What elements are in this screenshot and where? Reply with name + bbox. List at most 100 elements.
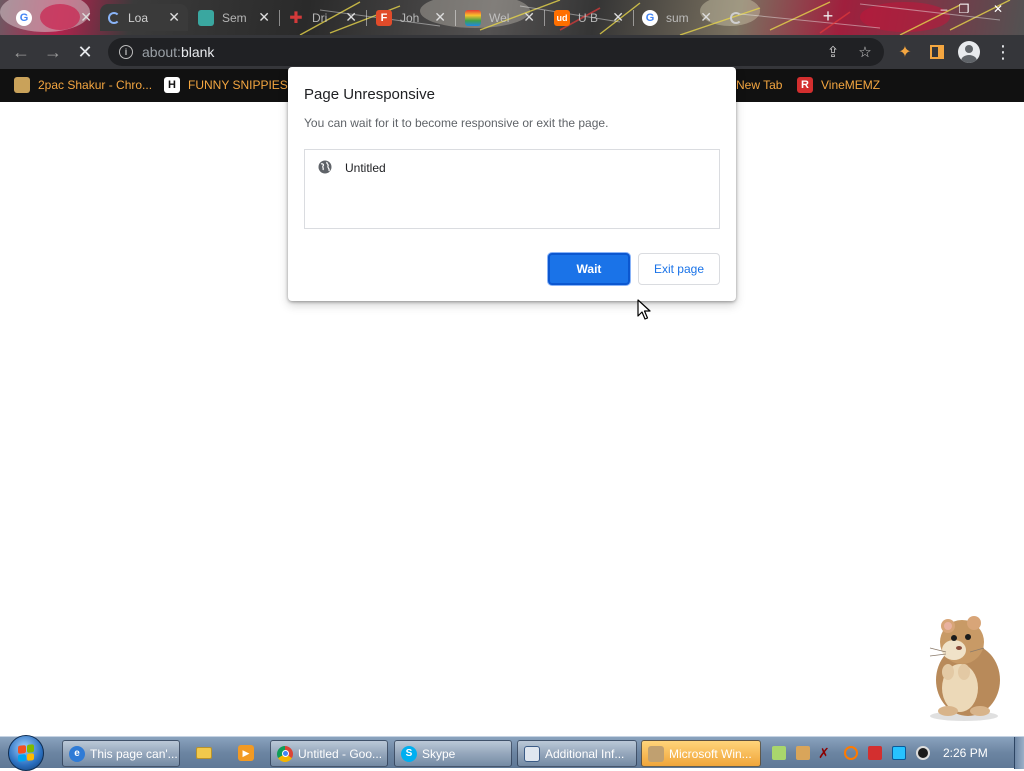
f-icon: F [376, 9, 392, 26]
close-tab-icon[interactable]: ✕ [523, 9, 535, 26]
close-tab-icon[interactable]: ✕ [345, 9, 357, 26]
bookmark-label: 2pac Shakur - Chro... [38, 78, 153, 92]
tray-icon-6[interactable] [892, 746, 906, 760]
ie-icon: e [69, 745, 85, 762]
show-desktop-button[interactable] [1014, 737, 1024, 769]
tab-separator [455, 10, 456, 26]
bookmark-2pac[interactable]: 2pac Shakur - Chro... [14, 76, 152, 94]
h-icon: H [164, 77, 180, 93]
tray-icon-2[interactable] [796, 746, 810, 760]
back-button[interactable]: ← [8, 39, 34, 65]
tab-4[interactable]: F Joh ✕ [368, 4, 454, 31]
bookmark-vinememz[interactable]: R VineMEMZ [797, 76, 880, 94]
taskbar-item-label: Untitled - Goo... [298, 746, 383, 761]
maximize-button[interactable]: ❐ [948, 0, 980, 18]
bookmark-label: New Tab [736, 78, 783, 92]
exit-page-button[interactable]: Exit page [638, 253, 720, 285]
start-button[interactable] [8, 735, 44, 771]
tab-0[interactable]: G ✕ [8, 4, 100, 31]
tab-loading[interactable] [722, 4, 772, 31]
close-tab-icon[interactable]: ✕ [80, 9, 92, 26]
new-tab-button[interactable]: + [816, 5, 840, 29]
star-icon[interactable]: ☆ [856, 44, 874, 62]
browser-toolbar: ← → ✕ i about:blank ⇪ ☆ ✦ ⋮ [0, 35, 1024, 69]
taskbar-clock[interactable]: 2:26 PM [943, 746, 988, 760]
share-icon[interactable]: ⇪ [824, 44, 842, 62]
mouse-cursor-icon [637, 299, 651, 320]
sem-icon [198, 9, 214, 26]
wait-button[interactable]: Wait [548, 253, 630, 285]
taskbar-item-label: Skype [422, 746, 456, 761]
window-icon [524, 745, 540, 762]
puzzle-icon: ✦ [898, 44, 912, 61]
dialog-title: Page Unresponsive [304, 86, 435, 103]
close-window-button[interactable]: ✕ [982, 0, 1014, 18]
tab-title: Joh [400, 10, 420, 25]
taskbar-item-label: Additional Inf... [545, 746, 625, 761]
windows-taskbar: e This page can'... ▶ Untitled - Goo... … [0, 735, 1024, 771]
chrome-icon [277, 745, 293, 762]
stop-loading-button[interactable]: ✕ [72, 39, 98, 65]
bookmark-label: FUNNY SNIPPIES [188, 78, 288, 92]
extensions-button[interactable]: ✦ [892, 39, 918, 65]
taskbar-item-microsoft-agent[interactable]: Microsoft Win... [641, 740, 761, 767]
more-vert-icon: ⋮ [994, 41, 1012, 62]
close-tab-icon[interactable]: ✕ [612, 9, 624, 26]
tab-5[interactable]: Wel ✕ [457, 4, 543, 31]
2pac-icon [14, 77, 30, 93]
url-scheme: about: [142, 44, 181, 60]
side-panel-icon [930, 45, 944, 59]
loading-icon [108, 11, 120, 24]
tab-title: sum [666, 10, 689, 25]
close-tab-icon[interactable]: ✕ [434, 9, 446, 26]
explorer-quicklaunch[interactable] [194, 743, 214, 763]
address-bar[interactable]: i about:blank ⇪ ☆ [108, 38, 884, 66]
loading-icon [730, 11, 742, 24]
bookmark-funny-snippies[interactable]: H FUNNY SNIPPIES [164, 76, 288, 94]
tab-strip: G ✕ Loa ✕ Sem ✕ ✚ Dri ✕ F Joh ✕ Wel ✕ ud… [0, 0, 1024, 35]
tab-3[interactable]: ✚ Dri ✕ [280, 4, 365, 31]
forward-button[interactable]: → [40, 39, 66, 65]
taskbar-item-chrome[interactable]: Untitled - Goo... [270, 740, 388, 767]
tab-separator [544, 10, 545, 26]
tab-title: Wel [489, 10, 510, 25]
url-text[interactable]: about:blank [142, 44, 214, 60]
list-item: Untitled [345, 161, 386, 175]
close-tab-icon[interactable]: ✕ [700, 9, 712, 26]
menu-button[interactable]: ⋮ [990, 39, 1016, 65]
tab-title: U B [578, 10, 599, 25]
windows-logo-icon [18, 744, 34, 762]
google-icon: G [642, 9, 658, 26]
unresponsive-pages-list: Untitled [304, 149, 720, 229]
taskbar-item-label: This page can'... [90, 746, 178, 761]
tray-icon-5[interactable] [868, 746, 882, 760]
tab-2[interactable]: Sem ✕ [190, 4, 278, 31]
bookmark-label: VineMEMZ [821, 78, 881, 92]
media-player-quicklaunch[interactable]: ▶ [236, 743, 256, 763]
taskbar-item-ie[interactable]: e This page can'... [62, 740, 180, 767]
tab-1[interactable]: Loa ✕ [100, 4, 188, 31]
tab-title: Sem [222, 10, 247, 25]
folder-icon [196, 747, 212, 759]
taskbar-item-additional-info[interactable]: Additional Inf... [517, 740, 637, 767]
tray-icon-1[interactable] [772, 746, 786, 760]
arrow-right-icon: → [44, 41, 62, 62]
taskbar-item-skype[interactable]: S Skype [394, 740, 512, 767]
tray-icon-4[interactable] [844, 746, 858, 760]
side-panel-button[interactable] [924, 39, 950, 65]
tab-title: Loa [128, 10, 149, 25]
taskbar-item-label: Microsoft Win... [669, 746, 752, 761]
tray-icon-7[interactable] [916, 746, 930, 760]
close-icon: ✕ [77, 41, 93, 62]
close-tab-icon[interactable]: ✕ [258, 9, 270, 26]
info-icon[interactable]: i [119, 45, 133, 59]
google-icon: G [16, 9, 32, 26]
tab-6[interactable]: ud U B ✕ [546, 4, 632, 31]
rainbow-icon [465, 9, 481, 26]
close-tab-icon[interactable]: ✕ [168, 9, 180, 26]
profile-button[interactable] [956, 39, 982, 65]
tab-7[interactable]: G sum ✕ [634, 4, 720, 31]
bookmark-new-tab[interactable]: New Tab [736, 76, 782, 94]
tray-icon-3[interactable]: ✗ [818, 746, 832, 760]
hamster-agent-icon [929, 616, 1000, 721]
